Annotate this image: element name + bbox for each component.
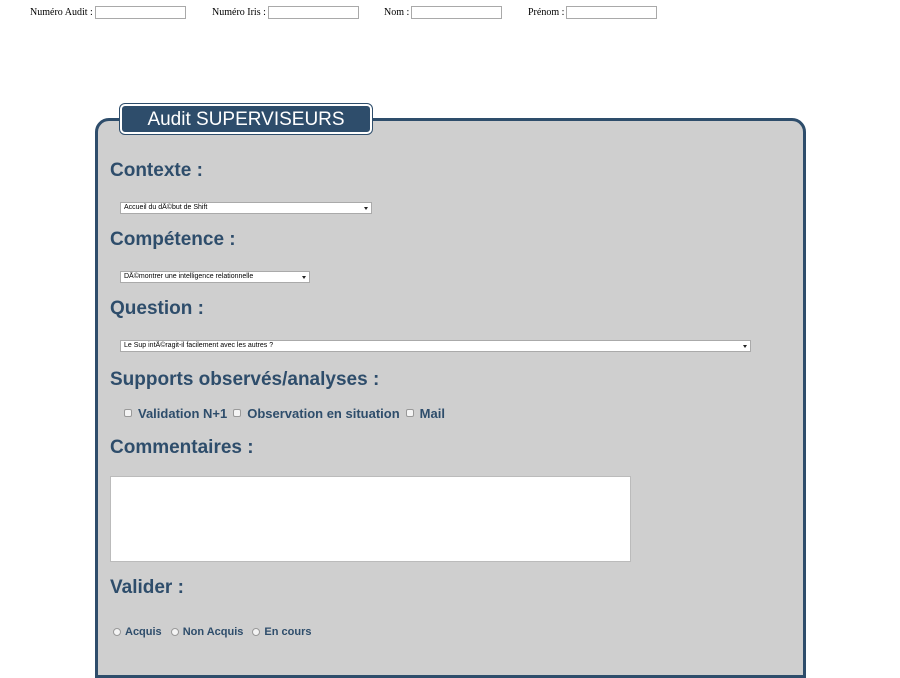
prenom-label: Prénom : bbox=[528, 6, 565, 18]
support-option-label: Mail bbox=[419, 405, 445, 421]
commentaires-textarea[interactable] bbox=[110, 476, 631, 562]
support-option-observation[interactable]: Observation en situation bbox=[233, 405, 400, 421]
chevron-down-icon bbox=[302, 276, 306, 279]
contexte-select[interactable]: Accueil du dÃ©but de Shift bbox=[120, 202, 372, 214]
contexte-select-value: Accueil du dÃ©but de Shift bbox=[124, 204, 208, 211]
valider-heading: Valider : bbox=[110, 577, 184, 598]
nom-field: Nom : bbox=[384, 4, 503, 20]
supports-heading: Supports observés/analyses : bbox=[110, 369, 380, 390]
prenom-input[interactable] bbox=[566, 5, 658, 19]
valider-option-label: En cours bbox=[264, 626, 312, 638]
valider-option-en-cours[interactable]: En cours bbox=[252, 626, 311, 638]
question-select[interactable]: Le Sup intÃ©ragit-il facilement avec les… bbox=[120, 340, 751, 352]
contexte-heading: Contexte : bbox=[110, 160, 203, 181]
supports-checkbox-group: Validation N+1 Observation en situation … bbox=[124, 405, 451, 421]
competence-select[interactable]: DÃ©montrer une intelligence relationnell… bbox=[120, 271, 310, 283]
identity-bar: Numéro Audit : Numéro Iris : Nom : Préno… bbox=[0, 0, 900, 24]
competence-select-value: DÃ©montrer une intelligence relationnell… bbox=[124, 273, 254, 280]
support-option-label: Observation en situation bbox=[247, 405, 400, 421]
support-option-mail[interactable]: Mail bbox=[405, 405, 445, 421]
competence-heading: Compétence : bbox=[110, 229, 236, 250]
support-option-validation[interactable]: Validation N+1 bbox=[124, 406, 227, 421]
nom-input[interactable] bbox=[411, 5, 503, 19]
question-select-value: Le Sup intÃ©ragit-il facilement avec les… bbox=[124, 342, 274, 349]
iris-number-label: Numéro Iris : bbox=[212, 6, 266, 18]
valider-radio-group: Acquis Non Acquis En cours bbox=[113, 625, 320, 639]
iris-number-field: Numéro Iris : bbox=[212, 4, 359, 20]
fieldset-legend: Audit SUPERVISEURS bbox=[120, 104, 372, 134]
valider-option-non-acquis[interactable]: Non Acquis bbox=[170, 626, 244, 638]
checkbox[interactable] bbox=[124, 409, 132, 417]
checkbox[interactable] bbox=[233, 409, 242, 417]
valider-option-label: Non Acquis bbox=[182, 626, 244, 638]
radio-button[interactable] bbox=[170, 628, 179, 636]
checkbox[interactable] bbox=[405, 409, 414, 417]
valider-option-acquis[interactable]: Acquis bbox=[113, 626, 162, 638]
audit-number-input[interactable] bbox=[94, 5, 186, 19]
radio-button[interactable] bbox=[113, 628, 121, 636]
chevron-down-icon bbox=[743, 345, 747, 348]
commentaires-heading: Commentaires : bbox=[110, 437, 254, 458]
prenom-field: Prénom : bbox=[528, 4, 658, 20]
support-option-label: Validation N+1 bbox=[138, 405, 228, 421]
valider-option-label: Acquis bbox=[125, 626, 162, 638]
radio-button[interactable] bbox=[252, 628, 261, 636]
iris-number-input[interactable] bbox=[267, 5, 359, 19]
audit-number-field: Numéro Audit : bbox=[30, 4, 186, 20]
question-heading: Question : bbox=[110, 298, 204, 319]
audit-number-label: Numéro Audit : bbox=[30, 6, 93, 18]
chevron-down-icon bbox=[364, 207, 368, 210]
nom-label: Nom : bbox=[384, 6, 410, 18]
